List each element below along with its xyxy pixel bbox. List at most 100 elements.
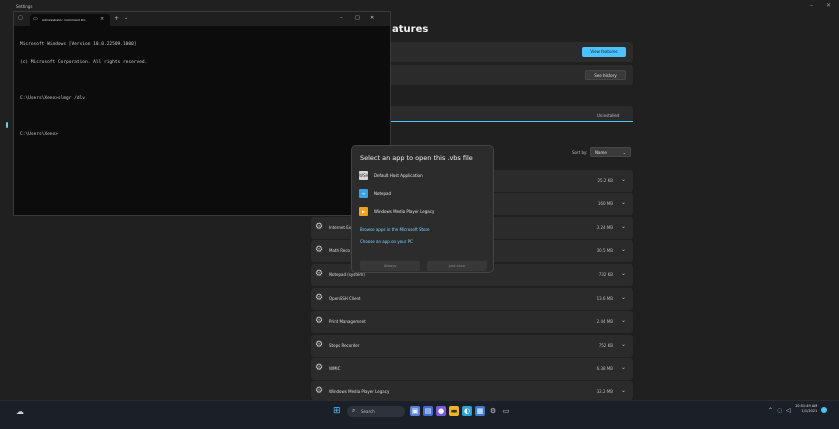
file-explorer-icon[interactable]: ▬: [449, 406, 459, 416]
weather-icon[interactable]: ☁: [16, 407, 24, 416]
close-button[interactable]: ✕: [826, 2, 831, 9]
feature-size: 732 KB: [598, 272, 613, 277]
clock[interactable]: 10:51:49 AM 1/1/2021: [795, 404, 817, 414]
feature-name: Internet Ex: [329, 225, 352, 230]
app-option-label: Notepad: [374, 191, 391, 196]
feature-size: 752 KB: [598, 343, 613, 348]
feature-name: Windows Media Player Legacy: [329, 389, 390, 394]
app-option-default-host[interactable]: WSH Default Host Application: [359, 170, 487, 182]
open-with-dialog: Select an app to open this .vbs file WSH…: [351, 145, 494, 273]
app-option-label: Windows Media Player Legacy: [374, 209, 435, 214]
feature-gear-icon: ⚙: [315, 222, 324, 232]
just-once-button[interactable]: Just once: [427, 261, 487, 271]
clock-date: 1/1/2021: [801, 409, 818, 413]
chevron-down-icon[interactable]: ⌄: [621, 317, 626, 324]
feature-gear-icon: ⚙: [315, 245, 324, 255]
notification-icon[interactable]: [821, 407, 827, 413]
widgets-icon[interactable]: ▤: [423, 406, 433, 416]
maximize-icon[interactable]: □: [355, 15, 360, 21]
feature-gear-icon: ⚙: [315, 316, 324, 326]
store-link[interactable]: Browse apps in the Microsoft Store: [360, 227, 430, 232]
chevron-down-icon[interactable]: ⌄: [124, 15, 128, 21]
settings-gear-icon[interactable]: ⚙: [488, 406, 498, 416]
cmd-icon: ▭: [33, 16, 38, 22]
chevron-up-icon[interactable]: ⌃: [768, 407, 773, 414]
chevron-down-icon[interactable]: ⌄: [621, 364, 626, 371]
network-icon[interactable]: ◌: [777, 407, 782, 414]
taskbar-search[interactable]: ⌕ Search: [347, 406, 405, 417]
see-history-button[interactable]: See history: [585, 70, 626, 80]
choose-app-link[interactable]: Choose an app on your PC: [360, 239, 413, 244]
feature-row[interactable]: ⚙ Windows Media Player Legacy 32.2 MB ⌄: [311, 381, 633, 400]
terminal-tab[interactable]: ▭ Administrator: Command Pro ×: [30, 14, 110, 26]
feature-size: 6.38 MB: [596, 366, 613, 371]
minimize-icon[interactable]: –: [340, 15, 343, 21]
store-icon[interactable]: ▦: [475, 406, 485, 416]
chevron-down-icon[interactable]: ⌄: [621, 294, 626, 301]
feature-size: 160 MB: [597, 201, 613, 206]
terminal-tab-title: Administrator: Command Pro: [42, 18, 86, 22]
feature-size: 30.5 MB: [596, 248, 613, 253]
feature-gear-icon: ⚙: [315, 340, 324, 350]
view-features-button[interactable]: View features: [582, 47, 626, 57]
feature-size: 13.6 MB: [596, 296, 613, 301]
feature-gear-icon: ⚙: [315, 386, 324, 396]
chevron-down-icon[interactable]: ⌄: [621, 223, 626, 230]
volume-icon[interactable]: ◁: [786, 407, 791, 414]
chevron-down-icon[interactable]: ⌄: [621, 270, 626, 277]
chat-icon[interactable]: ●: [436, 406, 446, 416]
task-view-icon[interactable]: ▣: [410, 406, 420, 416]
feature-gear-icon: ⚙: [315, 269, 324, 279]
feature-name: WMIC: [329, 366, 341, 371]
feature-row[interactable]: ⚙ Print Management 2.44 MB ⌄: [311, 311, 633, 333]
close-tab-icon[interactable]: ×: [100, 16, 104, 22]
taskbar: ☁ ⊞ ⌕ Search ▣ ▤ ● ▬ ◐ ▦ ⚙ ▭ ⌃ ◌ ◁ 10:51…: [0, 400, 839, 429]
console-output[interactable]: Microsoft Windows [Version 10.0.22509.10…: [20, 30, 147, 150]
always-button[interactable]: Always: [360, 261, 420, 271]
notepad-icon: ≡: [359, 189, 368, 198]
sort-dropdown[interactable]: Name ⌄: [590, 147, 631, 157]
feature-name: Print Management: [329, 319, 366, 324]
close-icon[interactable]: ✕: [370, 15, 374, 21]
wsh-icon: WSH: [359, 171, 369, 180]
chevron-down-icon[interactable]: ⌄: [621, 176, 626, 183]
terminal-window[interactable]: ▢ ▭ Administrator: Command Pro × + ⌄ – □…: [13, 11, 391, 216]
feature-name: Math Reco: [329, 248, 350, 253]
dialog-title: Select an app to open this .vbs file: [360, 154, 473, 162]
edge-icon[interactable]: ◐: [462, 406, 472, 416]
new-tab-icon[interactable]: +: [114, 15, 119, 22]
taskbar-search-label: Search: [361, 409, 375, 414]
search-icon: ⌕: [352, 407, 356, 414]
search-input[interactable]: Uninstalled: [597, 113, 619, 118]
feature-gear-icon: ⚙: [315, 363, 324, 373]
chevron-down-icon[interactable]: ⌄: [621, 387, 626, 394]
feature-name: OpenSSH Client: [329, 296, 361, 301]
feature-size: 25.2 KB: [597, 178, 613, 183]
feature-name: Steps Recorder: [329, 343, 360, 348]
feature-row[interactable]: ⚙ WMIC 6.38 MB ⌄: [311, 358, 633, 380]
feature-row[interactable]: ⚙ OpenSSH Client 13.6 MB ⌄: [311, 288, 633, 310]
windows-start-icon[interactable]: ⊞: [333, 406, 341, 416]
terminal-icon[interactable]: ▭: [501, 406, 511, 416]
settings-window-title: Settings: [16, 4, 33, 9]
minimize-button[interactable]: –: [810, 2, 813, 9]
window-menu-icon[interactable]: ▢: [18, 15, 23, 21]
sort-value: Name: [595, 150, 607, 155]
feature-size: 2.44 MB: [596, 319, 613, 324]
app-option-notepad[interactable]: ≡ Notepad: [359, 188, 487, 200]
media-player-icon: ▶: [359, 207, 368, 216]
feature-size: 3.24 MB: [596, 225, 613, 230]
chevron-down-icon[interactable]: ⌄: [621, 246, 626, 253]
chevron-down-icon[interactable]: ⌄: [621, 341, 626, 348]
app-option-media-player[interactable]: ▶ Windows Media Player Legacy: [359, 206, 487, 218]
nav-selection-indicator: [6, 122, 8, 128]
chevron-down-icon: ⌄: [622, 150, 626, 155]
app-option-label: Default Host Application: [374, 173, 423, 178]
sort-label: Sort by:: [572, 150, 588, 155]
feature-size: 32.2 MB: [596, 389, 613, 394]
console-line: C:\Users\Xeno>slmgr /dlv: [20, 96, 86, 101]
chevron-down-icon[interactable]: ⌄: [621, 199, 626, 206]
feature-row[interactable]: ⚙ Steps Recorder 752 KB ⌄: [311, 335, 633, 357]
